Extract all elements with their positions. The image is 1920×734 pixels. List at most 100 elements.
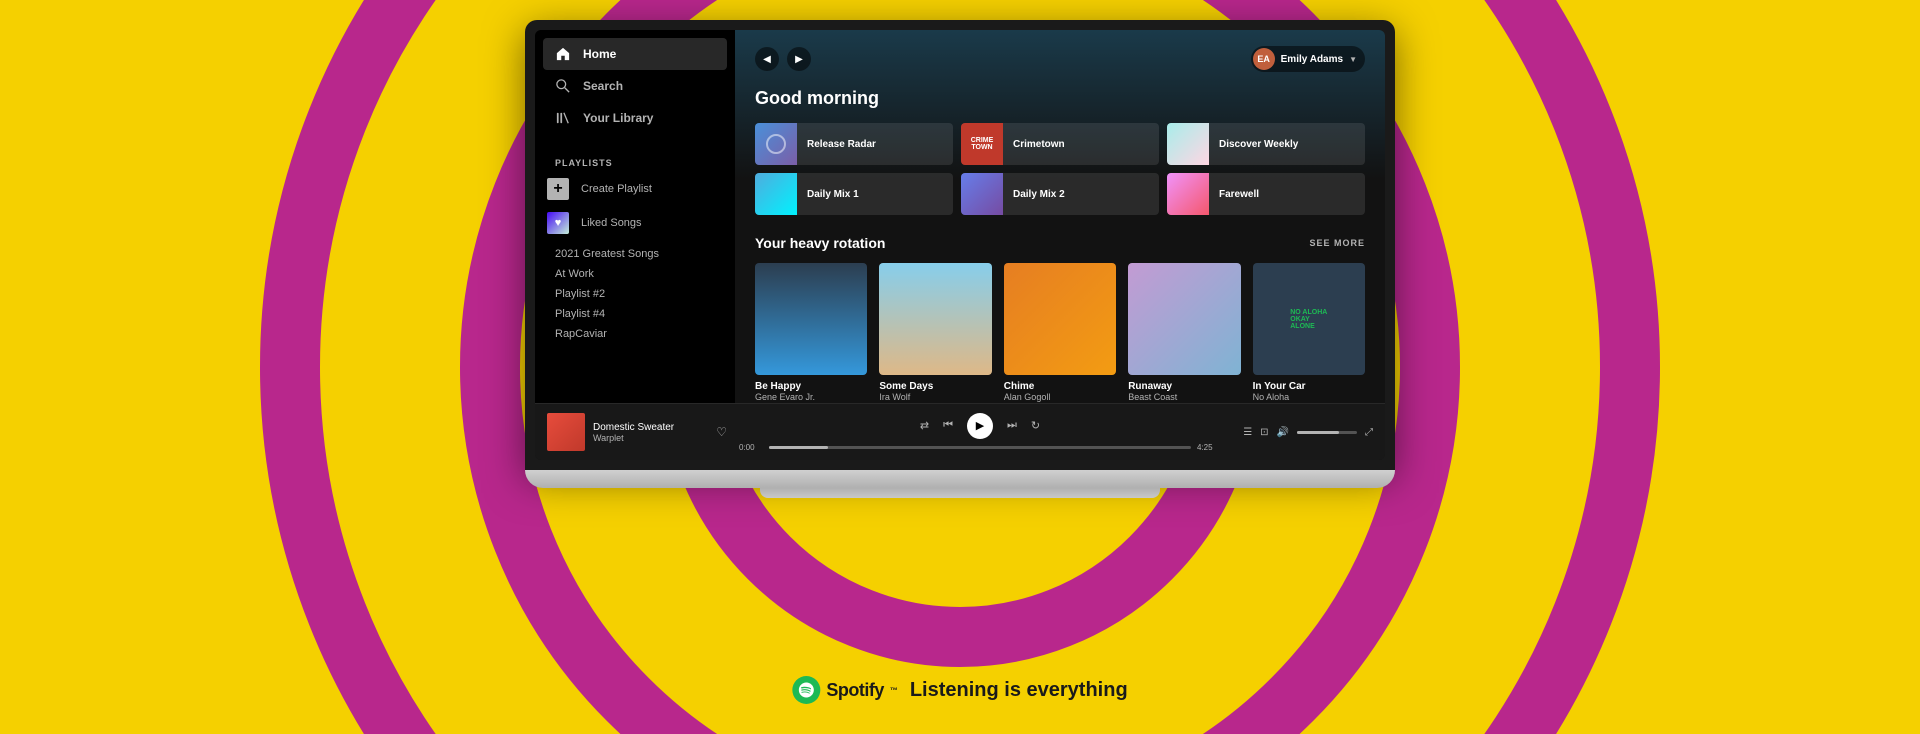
- track-title: Domestic Sweater: [593, 422, 708, 433]
- playlist-2[interactable]: Playlist #2: [535, 284, 735, 304]
- quick-card-daily-mix-1[interactable]: Daily Mix 1: [755, 173, 953, 215]
- rotation-card-some-days[interactable]: Some Days Ira Wolf: [879, 263, 991, 402]
- search-label: Search: [583, 79, 623, 93]
- player-controls: ⇄ ⏮ ▶ ⏭ ↻ 0:00 4:25: [739, 413, 1221, 452]
- in-your-car-artist: No Aloha: [1253, 392, 1365, 402]
- spotify-logo: Spotify ™: [792, 676, 898, 704]
- track-artist: Warplet: [593, 433, 708, 443]
- greeting-text: Good morning: [755, 88, 1365, 109]
- laptop-bezel: Home Search: [525, 20, 1395, 470]
- repeat-button[interactable]: ↻: [1031, 419, 1040, 432]
- search-icon: [555, 78, 571, 94]
- create-playlist-item[interactable]: + Create Playlist: [535, 172, 735, 206]
- profile-chevron-icon: ▼: [1349, 55, 1357, 64]
- daily-mix-2-art: [961, 173, 1003, 215]
- branding-tagline: Listening is everything: [910, 679, 1128, 702]
- nav-back-button[interactable]: ◀: [755, 47, 779, 71]
- now-playing-art: [547, 413, 585, 451]
- in-your-car-art: NO ALOHAOKAYALONE: [1253, 263, 1365, 375]
- quick-card-daily-mix-2[interactable]: Daily Mix 2: [961, 173, 1159, 215]
- volume-fill: [1297, 431, 1339, 434]
- progress-fill: [769, 446, 828, 449]
- runaway-title: Runaway: [1128, 381, 1240, 392]
- rotation-card-in-your-car[interactable]: NO ALOHAOKAYALONE In Your Car No Aloha: [1253, 263, 1365, 402]
- rotation-card-runaway[interactable]: Runaway Beast Coast: [1128, 263, 1240, 402]
- some-days-artist: Ira Wolf: [879, 392, 991, 402]
- main-content: ◀ ▶ EA Emily Adams ▼ Good morning: [735, 30, 1385, 403]
- laptop-device: Home Search: [525, 20, 1395, 498]
- progress-track[interactable]: [769, 446, 1191, 449]
- be-happy-art: [755, 263, 867, 375]
- devices-button[interactable]: ⊡: [1260, 427, 1268, 438]
- runaway-art: [1128, 263, 1240, 375]
- next-button[interactable]: ⏭: [1007, 419, 1017, 432]
- nav-buttons: ◀ ▶: [755, 47, 811, 71]
- daily-mix-1-title: Daily Mix 1: [797, 189, 869, 200]
- be-happy-artist: Gene Evaro Jr.: [755, 392, 867, 402]
- sidebar: Home Search: [535, 30, 735, 403]
- playlist-greatest-songs[interactable]: 2021 Greatest Songs: [535, 244, 735, 264]
- sidebar-item-library[interactable]: Your Library: [543, 102, 727, 134]
- chime-art: [1004, 263, 1116, 375]
- fullscreen-button[interactable]: ⤢: [1365, 427, 1373, 438]
- laptop-stand: [760, 488, 1160, 498]
- liked-songs-item[interactable]: ♥ Liked Songs: [535, 206, 735, 240]
- chime-artist: Alan Gogoll: [1004, 392, 1116, 402]
- laptop-screen: Home Search: [535, 30, 1385, 460]
- prev-button[interactable]: ⏮: [943, 419, 953, 432]
- rotation-card-be-happy[interactable]: Be Happy Gene Evaro Jr.: [755, 263, 867, 402]
- library-label: Your Library: [583, 111, 653, 125]
- library-icon: [555, 110, 571, 126]
- chime-title: Chime: [1004, 381, 1116, 392]
- spotify-wordmark: Spotify: [826, 680, 884, 701]
- farewell-art: [1167, 173, 1209, 215]
- extra-playlists: 2021 Greatest Songs At Work Playlist #2 …: [535, 240, 735, 348]
- some-days-title: Some Days: [879, 381, 991, 392]
- volume-icon: 🔊: [1277, 427, 1289, 438]
- see-more-button[interactable]: SEE MORE: [1309, 238, 1365, 248]
- runaway-artist: Beast Coast: [1128, 392, 1240, 402]
- now-playing-info: Domestic Sweater Warplet: [593, 422, 708, 443]
- progress-bar-container: 0:00 4:25: [739, 443, 1221, 452]
- app-layout: Home Search: [535, 30, 1385, 403]
- volume-bar[interactable]: [1297, 431, 1357, 434]
- nav-forward-button[interactable]: ▶: [787, 47, 811, 71]
- sidebar-item-search[interactable]: Search: [543, 70, 727, 102]
- daily-mix-2-title: Daily Mix 2: [1003, 189, 1075, 200]
- quick-card-discover-weekly[interactable]: Discover Weekly: [1167, 123, 1365, 165]
- time-total: 4:25: [1197, 443, 1221, 452]
- quick-card-farewell[interactable]: Farewell: [1167, 173, 1365, 215]
- heavy-rotation-grid: Be Happy Gene Evaro Jr. Some Days Ira Wo…: [755, 263, 1365, 402]
- rotation-card-chime[interactable]: Chime Alan Gogoll: [1004, 263, 1116, 402]
- playlist-4[interactable]: Playlist #4: [535, 304, 735, 324]
- top-bar: ◀ ▶ EA Emily Adams ▼: [755, 46, 1365, 72]
- playlist-rapcaviar[interactable]: RapCaviar: [535, 324, 735, 344]
- home-icon: [555, 46, 571, 62]
- shuffle-button[interactable]: ⇄: [920, 419, 929, 432]
- player-bar: Domestic Sweater Warplet ♡ ⇄ ⏮ ▶ ⏭ ↻ 0:0…: [535, 403, 1385, 460]
- control-buttons: ⇄ ⏮ ▶ ⏭ ↻: [920, 413, 1040, 439]
- sidebar-item-home[interactable]: Home: [543, 38, 727, 70]
- in-your-car-title: In Your Car: [1253, 381, 1365, 392]
- crimetown-art: CRIMETOWN: [961, 123, 1003, 165]
- release-radar-title: Release Radar: [797, 139, 886, 150]
- some-days-art: [879, 263, 991, 375]
- be-happy-title: Be Happy: [755, 381, 867, 392]
- playlist-at-work[interactable]: At Work: [535, 264, 735, 284]
- sidebar-nav: Home Search: [535, 38, 735, 134]
- play-pause-button[interactable]: ▶: [967, 413, 993, 439]
- quick-card-crimetown[interactable]: CRIMETOWN Crimetown: [961, 123, 1159, 165]
- queue-button[interactable]: ☰: [1243, 427, 1252, 438]
- like-button[interactable]: ♡: [716, 425, 727, 439]
- crimetown-title: Crimetown: [1003, 139, 1075, 150]
- user-profile-menu[interactable]: EA Emily Adams ▼: [1251, 46, 1365, 72]
- branding-section: Spotify ™ Listening is everything: [792, 676, 1127, 704]
- create-playlist-icon: +: [547, 178, 569, 200]
- quick-card-release-radar[interactable]: Release Radar: [755, 123, 953, 165]
- heavy-rotation-section-header: Your heavy rotation SEE MORE: [755, 235, 1365, 251]
- release-radar-art: [755, 123, 797, 165]
- liked-songs-icon: ♥: [547, 212, 569, 234]
- user-name: Emily Adams: [1281, 54, 1343, 65]
- spotify-icon: [792, 676, 820, 704]
- avatar: EA: [1253, 48, 1275, 70]
